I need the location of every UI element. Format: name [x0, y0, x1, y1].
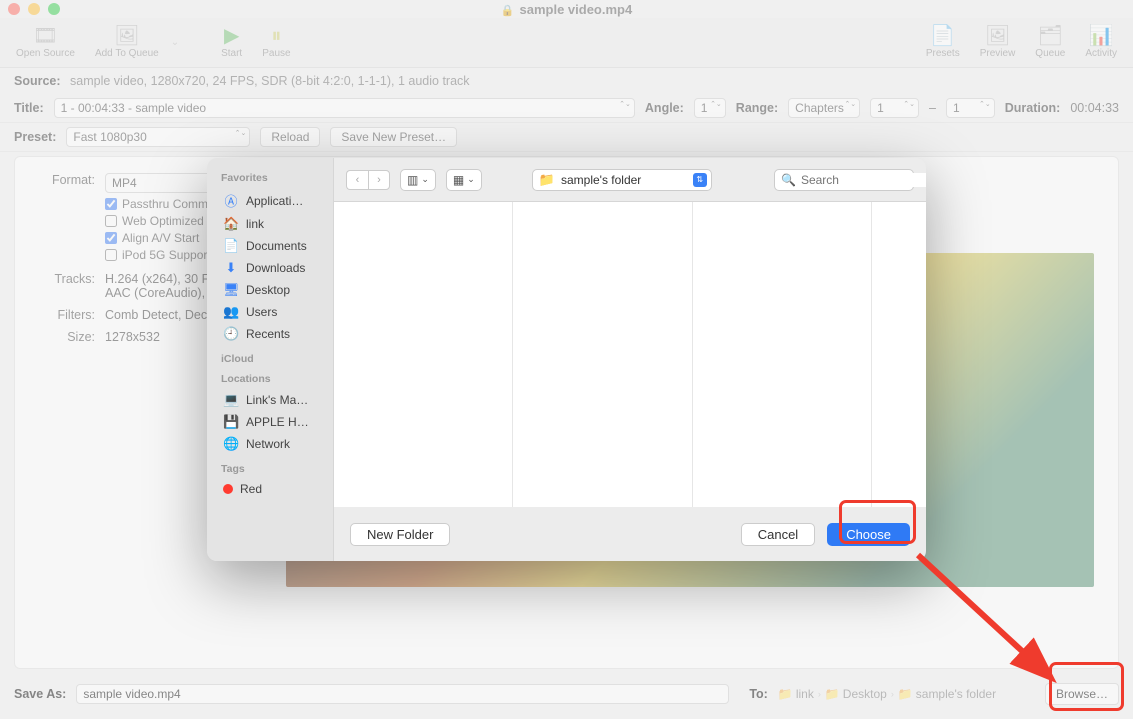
search-input[interactable]: 🔍 [774, 169, 914, 191]
laptop-icon: 💻 [223, 392, 239, 408]
choose-button[interactable]: Choose [827, 523, 910, 546]
picker-column-3[interactable] [693, 202, 872, 507]
picker-toolbar: ‹ › ▥⌄ ▦⌄ 📁 sample's folder ⇅ 🔍 [334, 158, 926, 202]
sidebar-item-downloads[interactable]: ⬇Downloads [221, 257, 327, 279]
disk-icon: 💾 [223, 414, 239, 430]
tags-header: Tags [221, 463, 327, 475]
picker-columns [334, 202, 926, 507]
clock-icon: 🕘 [223, 326, 239, 342]
view-grid-button[interactable]: ▦⌄ [446, 169, 482, 191]
cancel-button[interactable]: Cancel [741, 523, 815, 546]
columns-icon: ▥ [407, 173, 418, 187]
search-icon: 🔍 [781, 173, 796, 187]
sidebar-item-mac[interactable]: 💻Link's Ma… [221, 389, 327, 411]
users-icon: 👥 [223, 304, 239, 320]
app-icon: Ⓐ [223, 191, 239, 210]
sidebar-item-recents[interactable]: 🕘Recents [221, 323, 327, 345]
view-columns-button[interactable]: ▥⌄ [400, 169, 436, 191]
file-picker: Favorites ⒶApplicati… 🏠link 📄Documents ⬇… [207, 158, 926, 561]
sidebar-item-link[interactable]: 🏠link [221, 213, 327, 235]
picker-footer: New Folder Cancel Choose [334, 507, 926, 561]
red-tag-icon [223, 484, 233, 494]
nav-forward-button[interactable]: › [368, 170, 390, 190]
picker-sidebar: Favorites ⒶApplicati… 🏠link 📄Documents ⬇… [207, 158, 334, 561]
sidebar-item-network[interactable]: 🌐Network [221, 433, 327, 455]
globe-icon: 🌐 [223, 436, 239, 452]
sidebar-item-tag-red[interactable]: Red [221, 479, 327, 499]
sidebar-item-hd[interactable]: 💾APPLE H… [221, 411, 327, 433]
picker-column-1[interactable] [334, 202, 513, 507]
folder-icon: 📁 [539, 172, 555, 188]
new-folder-button[interactable]: New Folder [350, 523, 450, 546]
chevron-updown-icon: ⇅ [693, 173, 707, 187]
icloud-header: iCloud [221, 353, 327, 365]
sidebar-item-users[interactable]: 👥Users [221, 301, 327, 323]
sidebar-item-documents[interactable]: 📄Documents [221, 235, 327, 257]
current-folder-select[interactable]: 📁 sample's folder ⇅ [532, 169, 712, 191]
favorites-header: Favorites [221, 172, 327, 184]
download-icon: ⬇ [223, 260, 239, 276]
home-icon: 🏠 [223, 216, 239, 232]
picker-column-2[interactable] [513, 202, 692, 507]
grid-icon: ▦ [453, 173, 464, 187]
document-icon: 📄 [223, 238, 239, 254]
desktop-icon: 🖥 [223, 282, 239, 298]
picker-column-4[interactable] [872, 202, 926, 507]
locations-header: Locations [221, 373, 327, 385]
sidebar-item-applications[interactable]: ⒶApplicati… [221, 188, 327, 213]
sidebar-item-desktop[interactable]: 🖥Desktop [221, 279, 327, 301]
nav-back-button[interactable]: ‹ [346, 170, 368, 190]
